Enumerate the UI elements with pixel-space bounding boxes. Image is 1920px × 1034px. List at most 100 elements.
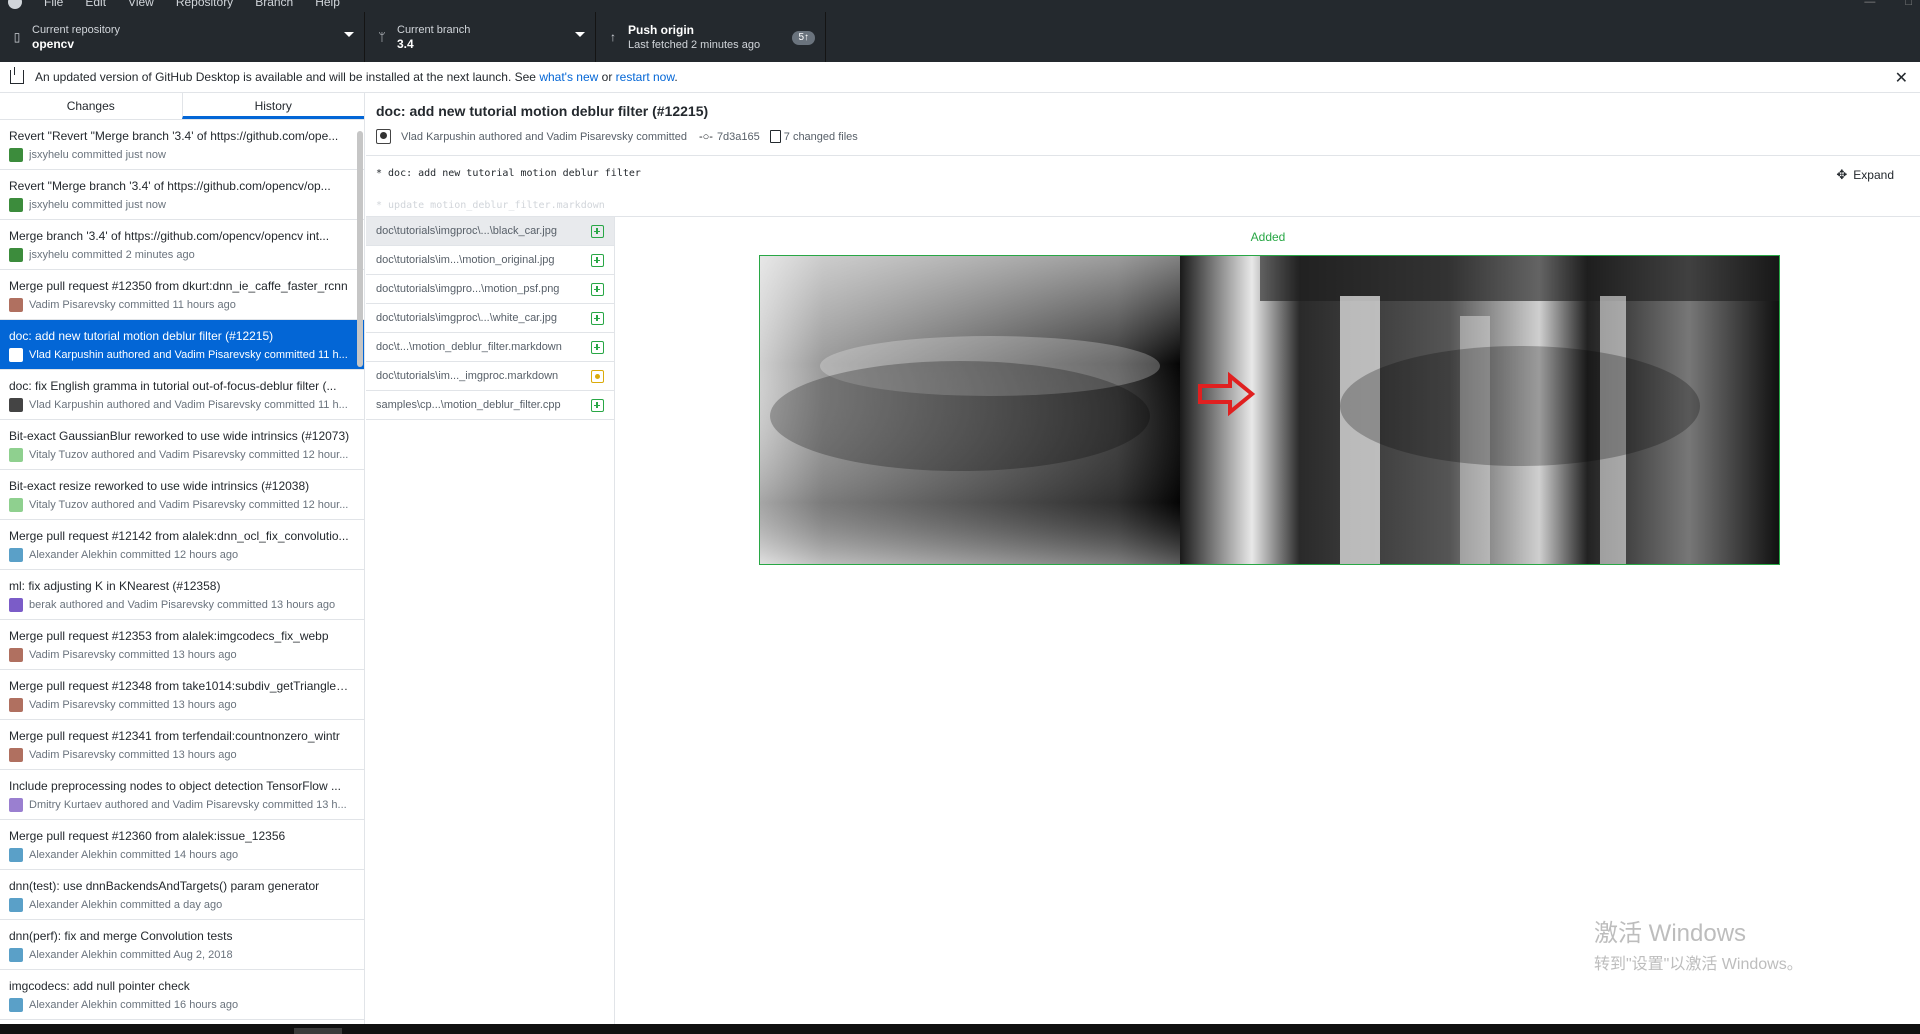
commit-list-item[interactable]: dnn(test): use dnnBackendsAndTargets() p… <box>0 870 364 920</box>
commit-author: jsxyhelu committed just now <box>29 199 166 211</box>
commit-meta: jsxyhelu committed 2 minutes ago <box>9 248 350 262</box>
commit-summary: Merge pull request #12350 from dkurt:dnn… <box>9 279 348 293</box>
commit-summary: Revert "Merge branch '3.4' of https://gi… <box>9 179 331 193</box>
avatar <box>9 798 23 812</box>
commit-meta: Vlad Karpushin authored and Vadim Pisare… <box>376 129 858 144</box>
file-diff-icon <box>769 130 781 143</box>
watermark-line: 转到"设置"以激活 Windows。 <box>1594 956 1803 973</box>
sidebar: Changes History Revert "Revert "Merge br… <box>0 93 365 1024</box>
avatar <box>9 498 23 512</box>
changed-file-list: doc\tutorials\imgproc\...\black_car.jpg d… <box>366 217 615 1024</box>
commit-summary: Merge pull request #12348 from take1014:… <box>9 679 350 693</box>
commit-list-item[interactable]: Bit-exact resize reworked to use wide in… <box>0 470 364 520</box>
changed-file-item[interactable]: samples\cp...\motion_deblur_filter.cpp <box>366 391 614 420</box>
commit-list-item[interactable]: imgcodecs: add null pointer check Alexand… <box>0 970 364 1020</box>
changed-file-item[interactable]: doc\tutorials\imgproc\...\white_car.jpg <box>366 304 614 333</box>
whats-new-link[interactable]: what's new <box>539 70 598 84</box>
commit-list-item[interactable]: Merge branch '3.4' of https://github.com… <box>0 220 364 270</box>
commit-list-item[interactable]: doc: fix English gramma in tutorial out-… <box>0 370 364 420</box>
commit-list-item[interactable]: Include preprocessing nodes to object de… <box>0 770 364 820</box>
tab-history[interactable]: History <box>181 93 364 119</box>
avatar <box>9 998 23 1012</box>
push-origin-button[interactable]: ↑ Push origin Last fetched 2 minutes ago… <box>596 12 826 62</box>
commit-author: Vlad Karpushin authored and Vadim Pisare… <box>29 349 348 361</box>
arrow-up-small-icon: ↑ <box>804 32 809 43</box>
commit-list-item[interactable]: Bit-exact GaussianBlur reworked to use w… <box>0 420 364 470</box>
close-icon[interactable]: ✕ <box>1895 68 1908 88</box>
commit-authors: Vlad Karpushin authored and Vadim Pisare… <box>401 130 687 143</box>
commit-list-item[interactable]: ml: fix adjusting K in KNearest (#12358)… <box>0 570 364 620</box>
commit-list: Revert "Revert "Merge branch '3.4' of ht… <box>0 120 364 1020</box>
arrow-up-icon: ↑ <box>610 30 616 44</box>
commit-meta: jsxyhelu committed just now <box>9 148 350 162</box>
commit-author: Alexander Alekhin committed 12 hours ago <box>29 549 239 561</box>
commit-description: * doc: add new tutorial motion deblur fi… <box>366 156 1920 217</box>
taskbar <box>0 1024 1920 1034</box>
update-banner: An updated version of GitHub Desktop is … <box>0 62 1920 93</box>
changed-file-item[interactable]: doc\tutorials\im...\motion_original.jpg <box>366 246 614 275</box>
branch-selector[interactable]: ᛘ Current branch 3.4 <box>365 12 596 62</box>
commit-meta: Vadim Pisarevsky committed 11 hours ago <box>9 298 350 312</box>
file-path: doc\tutorials\imgpro...\motion_psf.png <box>376 283 560 295</box>
changed-file-item[interactable]: doc\tutorials\imgproc\...\black_car.jpg <box>366 217 614 246</box>
commit-list-item[interactable]: dnn(perf): fix and merge Convolution tes… <box>0 920 364 970</box>
diff-status-label: Added <box>1250 230 1286 244</box>
menu-item-branch[interactable]: Branch <box>255 0 293 9</box>
commit-author: Alexander Alekhin committed Aug 2, 2018 <box>29 949 233 961</box>
commit-meta: Dmitry Kurtaev authored and Vadim Pisare… <box>9 798 350 812</box>
commit-author: jsxyhelu committed just now <box>29 149 166 161</box>
commit-list-item[interactable]: Merge pull request #12353 from alalek:im… <box>0 620 364 670</box>
commit-summary: Include preprocessing nodes to object de… <box>9 779 341 793</box>
commit-list-item[interactable]: Merge pull request #12341 from terfendai… <box>0 720 364 770</box>
chevron-down-icon <box>344 32 354 37</box>
commit-author: Vitaly Tuzov authored and Vadim Pisarevs… <box>29 449 349 461</box>
commit-author: Alexander Alekhin committed 14 hours ago <box>29 849 239 861</box>
changed-files-count: 7 changed files <box>783 130 858 143</box>
tab-changes[interactable]: Changes <box>0 93 182 119</box>
maximize-icon[interactable]: □ <box>1905 0 1912 8</box>
changed-file-item[interactable]: doc\t...\motion_deblur_filter.markdown <box>366 333 614 362</box>
menu-item-repository[interactable]: Repository <box>176 0 233 9</box>
changed-file-item[interactable]: doc\tutorials\imgpro...\motion_psf.png <box>366 275 614 304</box>
commit-list-item[interactable]: Revert "Merge branch '3.4' of https://gi… <box>0 170 364 220</box>
commit-list-item[interactable]: doc: add new tutorial motion deblur filt… <box>0 320 364 370</box>
branch-icon: ᛘ <box>378 30 386 44</box>
description-line: * doc: add new tutorial motion deblur fi… <box>376 168 641 179</box>
commit-list-item[interactable]: Merge pull request #12348 from take1014:… <box>0 670 364 720</box>
avatar <box>9 298 23 312</box>
download-icon <box>10 67 24 84</box>
commit-title: doc: add new tutorial motion deblur filt… <box>376 103 709 119</box>
commit-list-item[interactable]: Merge pull request #12360 from alalek:is… <box>0 820 364 870</box>
commit-author: Vadim Pisarevsky committed 13 hours ago <box>29 649 237 661</box>
taskbar-item[interactable] <box>294 1028 342 1034</box>
description-line: * update motion_deblur_filter.markdown <box>376 200 605 211</box>
menu-item-edit[interactable]: Edit <box>85 0 106 9</box>
avatar <box>376 129 391 144</box>
commit-list-item[interactable]: Merge pull request #12350 from dkurt:dnn… <box>0 270 364 320</box>
commit-header: doc: add new tutorial motion deblur filt… <box>366 93 1920 156</box>
chevron-down-icon <box>575 32 585 37</box>
commit-summary: Merge pull request #12353 from alalek:im… <box>9 629 329 643</box>
file-path: samples\cp...\motion_deblur_filter.cpp <box>376 399 561 411</box>
commit-list-item[interactable]: Revert "Revert "Merge branch '3.4' of ht… <box>0 120 364 170</box>
scrollbar[interactable] <box>357 131 363 367</box>
commit-author: Vitaly Tuzov authored and Vadim Pisarevs… <box>29 499 349 511</box>
file-added-icon <box>591 283 604 296</box>
diff-viewer: Added <box>616 217 1920 1024</box>
menu-item-view[interactable]: View <box>128 0 154 9</box>
commit-list-item[interactable]: Merge pull request #12142 from alalek:dn… <box>0 520 364 570</box>
menu-item-file[interactable]: File <box>44 0 63 9</box>
menu-items: File Edit View Repository Branch Help <box>44 0 340 9</box>
file-path: doc\tutorials\im..._imgproc.markdown <box>376 370 559 382</box>
avatar <box>9 698 23 712</box>
changed-file-item[interactable]: doc\tutorials\im..._imgproc.markdown <box>366 362 614 391</box>
repository-name: opencv <box>32 36 75 51</box>
commit-summary: imgcodecs: add null pointer check <box>9 979 190 993</box>
commit-sha[interactable]: 7d3a165 <box>717 131 760 143</box>
restart-now-link[interactable]: restart now <box>616 70 675 84</box>
commit-meta: Vitaly Tuzov authored and Vadim Pisarevs… <box>9 498 350 512</box>
repository-selector[interactable]: ▯ Current repository opencv <box>0 12 365 62</box>
minimize-icon[interactable]: — <box>1864 0 1875 8</box>
menu-item-help[interactable]: Help <box>315 0 340 9</box>
expand-button[interactable]: ✥ Expand <box>1836 167 1894 183</box>
